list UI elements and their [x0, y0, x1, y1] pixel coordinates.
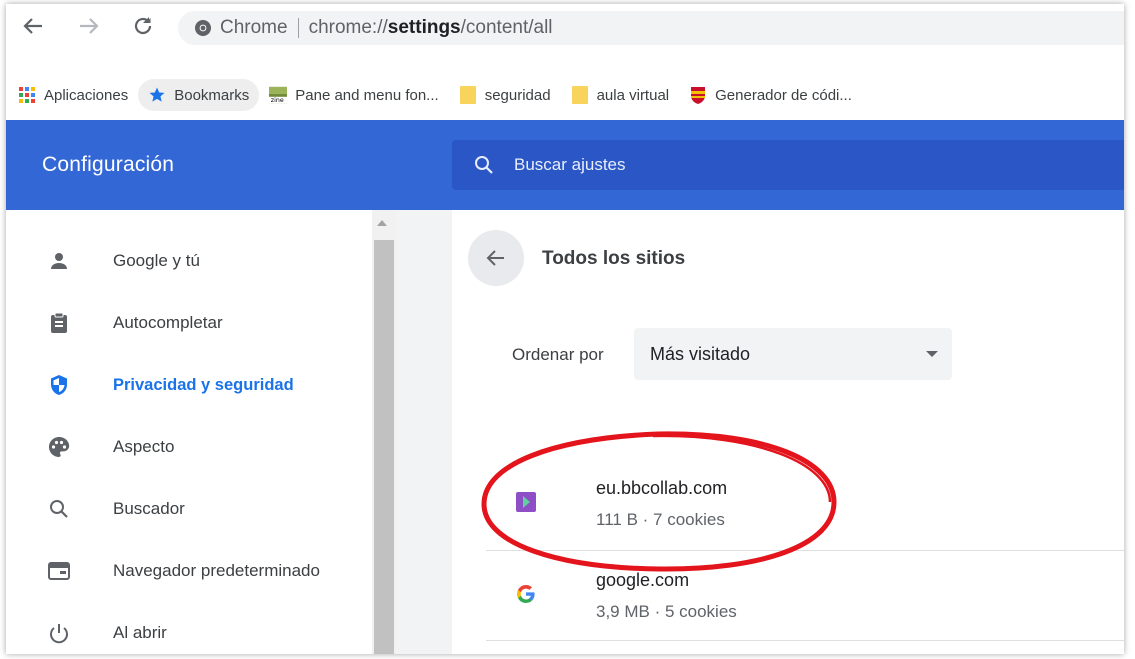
bookmark-label: Aplicaciones [44, 86, 129, 104]
forward-arrow-icon[interactable] [76, 13, 102, 39]
header-title-area: Configuración [6, 120, 452, 210]
power-icon [46, 620, 72, 646]
chrome-logo-icon [195, 20, 211, 36]
person-icon [46, 248, 72, 274]
bookmark-pane-menu[interactable]: zine Pane and menu fon... [259, 79, 448, 111]
arrow-left-icon [486, 250, 504, 266]
site-storage-detail: 111 B · 7 cookies [596, 510, 725, 529]
site-storage-detail: 3,9 MB · 5 cookies [596, 602, 737, 621]
bookmark-label: Bookmarks [174, 86, 250, 104]
sort-label: Ordenar por [512, 345, 604, 364]
sidebar-item-label: Autocompletar [113, 313, 223, 332]
browser-window-icon [46, 558, 72, 584]
search-icon [475, 156, 493, 174]
shield-icon [46, 372, 72, 398]
folder-icon [459, 86, 477, 104]
sidebar-scrollbar-thumb[interactable] [374, 240, 394, 654]
bookmark-label: aula virtual [596, 86, 670, 104]
palette-icon [46, 434, 72, 460]
sidebar-item-autocompletar[interactable]: Autocompletar [6, 292, 380, 354]
sidebar-item-navegador-predeterminado[interactable]: Navegador predeterminado [6, 540, 380, 602]
sidebar-item-label: Navegador predeterminado [113, 561, 320, 580]
sidebar-item-label: Al abrir [113, 623, 167, 642]
bookmark-aula-virtual[interactable]: aula virtual [561, 79, 680, 111]
search-icon [46, 496, 72, 522]
search-settings-input[interactable]: Buscar ajustes [452, 140, 1124, 190]
star-icon [148, 86, 166, 104]
scroll-up-arrow-icon[interactable] [377, 220, 387, 226]
omnibox-separator [297, 18, 299, 38]
reload-icon[interactable] [130, 13, 156, 39]
bookmark-apps[interactable]: Aplicaciones [6, 79, 138, 111]
bookmarks-bar: Aplicaciones Bookmarks zine Pane and men… [6, 76, 1124, 114]
address-bar[interactable]: Chrome chrome://settings/content/all [178, 11, 1124, 45]
sort-selected-value: Más visitado [650, 343, 751, 364]
sidebar-item-privacidad[interactable]: Privacidad y seguridad [6, 354, 380, 416]
crest-favicon-icon [689, 86, 707, 104]
search-placeholder: Buscar ajustes [514, 155, 626, 174]
bbcollab-favicon-icon [516, 492, 536, 512]
bookmark-label: Pane and menu fon... [295, 86, 439, 104]
google-g-icon [516, 584, 536, 604]
bookmark-seguridad[interactable]: seguridad [449, 79, 561, 111]
sidebar-item-al-abrir[interactable]: Al abrir [6, 602, 380, 654]
settings-header: Configuración Buscar ajustes [6, 120, 1124, 210]
site-row-bbcollab[interactable]: eu.bbcollab.com 111 B · 7 cookies [486, 458, 1124, 546]
sort-dropdown[interactable]: Más visitado [634, 328, 952, 380]
back-arrow-icon[interactable] [20, 13, 46, 39]
bookmark-bookmarks[interactable]: Bookmarks [138, 79, 260, 111]
page-title: Configuración [42, 153, 175, 176]
site-row-google[interactable]: google.com 3,9 MB · 5 cookies [486, 550, 1124, 638]
dropdown-caret-icon [926, 351, 938, 357]
site-info-chip[interactable]: Chrome [194, 17, 288, 39]
bookmark-generador[interactable]: Generador de códi... [679, 79, 862, 111]
sidebar-item-buscador[interactable]: Buscador [6, 478, 380, 540]
all-sites-panel: Todos los sitios Ordenar por Más visitad… [452, 210, 1124, 654]
clipboard-icon [46, 310, 72, 336]
svg-text:zine: zine [271, 97, 284, 104]
row-divider [486, 640, 1124, 641]
url-text: chrome://settings/content/all [308, 17, 553, 38]
site-domain: google.com [596, 570, 690, 590]
subpage-title: Todos los sitios [542, 248, 686, 269]
sidebar-item-label: Buscador [113, 499, 185, 518]
browser-toolbar: Chrome chrome://settings/content/all [6, 4, 1124, 48]
bookmark-label: Generador de códi... [715, 86, 852, 104]
back-button[interactable] [468, 230, 524, 286]
sidebar-item-aspecto[interactable]: Aspecto [6, 416, 380, 478]
zine-favicon-icon: zine [269, 86, 288, 104]
sidebar-item-label: Aspecto [113, 437, 175, 456]
folder-icon [571, 86, 589, 104]
site-chip-label: Chrome [220, 17, 288, 38]
sidebar-item-google-y-tu[interactable]: Google y tú [6, 230, 380, 292]
bookmark-label: seguridad [484, 86, 551, 104]
site-domain: eu.bbcollab.com [596, 478, 728, 498]
sidebar-item-label: Privacidad y seguridad [113, 375, 294, 394]
settings-sidebar: Google y tú Autocompletar Privacidad y s… [6, 210, 380, 654]
sidebar-item-label: Google y tú [113, 251, 200, 270]
apps-grid-icon [18, 86, 36, 104]
content-gutter [396, 210, 452, 654]
browser-window: Chrome chrome://settings/content/all Apl… [6, 4, 1124, 654]
